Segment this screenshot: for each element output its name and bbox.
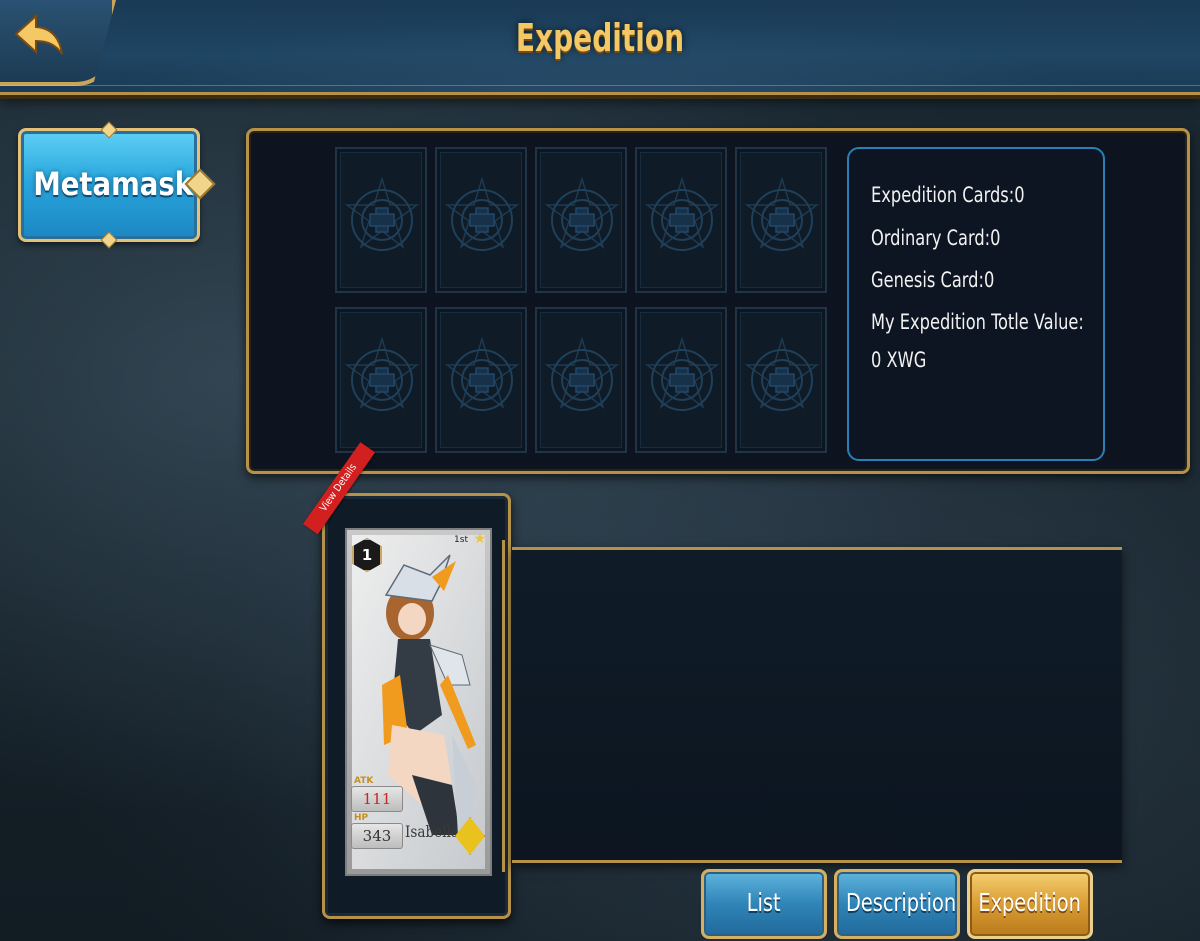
expedition-cards-count: Expedition Cards:0 [871,183,1025,207]
metamask-button[interactable]: Metamask [18,121,216,249]
ornament-nib [100,231,118,249]
expedition-slot[interactable] [635,307,727,453]
hp-value: 343 [351,823,403,849]
expedition-slot[interactable] [735,147,827,293]
back-arrow-icon [14,13,63,55]
total-value: 0 XWG [871,348,927,372]
expedition-slot-grid [335,147,831,457]
card-rank: 1st [454,535,468,545]
tab-list[interactable]: List [701,869,827,939]
hp-label: HP [354,813,369,823]
expedition-slot[interactable] [535,147,627,293]
card-name: Isabella [405,822,460,841]
empty-slot-plus-icon [644,176,720,251]
atk-label: ATK [354,776,374,786]
atk-value: 111 [351,786,403,812]
tab-description-label: Description [845,888,957,917]
hero-card-art [352,535,485,869]
back-button[interactable] [0,0,116,86]
total-value-label: My Expedition Totle Value: [871,310,1084,334]
empty-slot-plus-icon [744,336,820,411]
description-panel [502,540,1122,872]
tab-list-label: List [747,888,781,917]
hero-card[interactable]: 1 1st ★ ATK 111 HP 343 Isabella [345,528,492,876]
expedition-slot[interactable] [335,307,427,453]
tab-description[interactable]: Description [834,869,960,939]
expedition-slot[interactable] [335,147,427,293]
expedition-panel: Expedition Cards:0 Ordinary Card:0 Genes… [246,128,1190,474]
expedition-slot[interactable] [535,307,627,453]
empty-slot-plus-icon [344,336,420,411]
ornament-nib [100,121,118,139]
scroll-ornament [502,540,527,872]
metamask-label: Metamask [33,165,194,203]
page-title: Expedition [515,16,685,60]
empty-slot-plus-icon [544,176,620,251]
empty-slot-plus-icon [644,336,720,411]
tab-expedition[interactable]: Expedition [967,869,1093,939]
expedition-slot[interactable] [435,307,527,453]
empty-slot-plus-icon [444,176,520,251]
expedition-summary-box: Expedition Cards:0 Ordinary Card:0 Genes… [847,147,1105,461]
tab-expedition-label: Expedition [978,888,1082,917]
expedition-slot[interactable] [435,147,527,293]
ordinary-card-count: Ordinary Card:0 [871,226,1001,250]
header-bar: Expedition [0,0,1200,95]
empty-slot-plus-icon [444,336,520,411]
genesis-card-count: Genesis Card:0 [871,268,995,292]
star-icon: ★ [473,531,486,547]
empty-slot-plus-icon [344,176,420,251]
empty-slot-plus-icon [744,176,820,251]
card-frame: 1 1st ★ ATK 111 HP 343 Isabella View Det… [303,442,511,919]
empty-slot-plus-icon [544,336,620,411]
expedition-slot[interactable] [735,307,827,453]
expedition-slot[interactable] [635,147,727,293]
